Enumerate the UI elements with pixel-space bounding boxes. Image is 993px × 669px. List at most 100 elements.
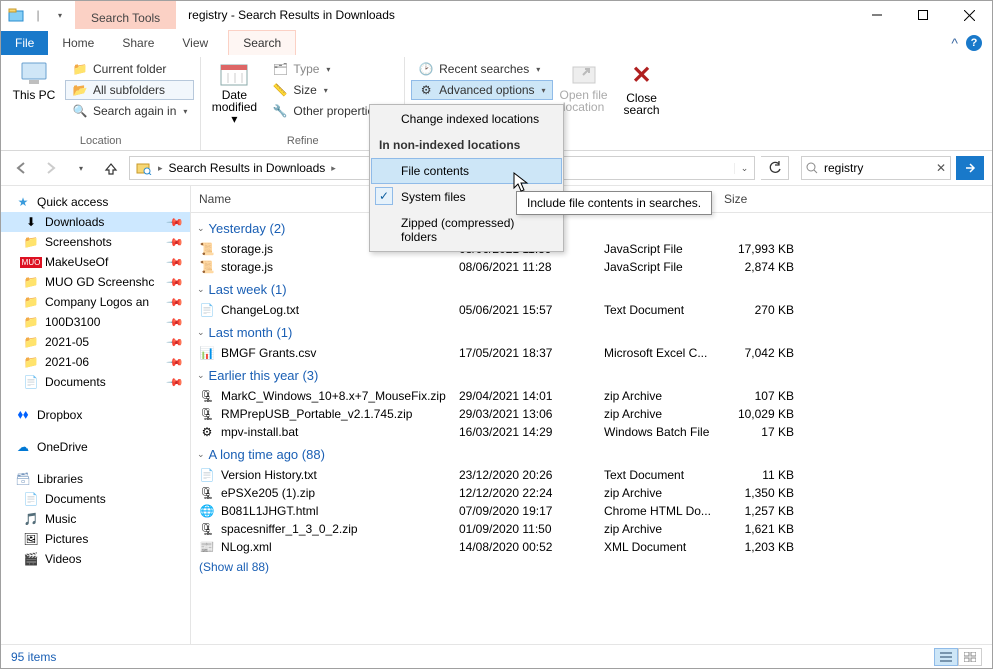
group-header[interactable]: ⌄ Last week (1) <box>191 276 992 301</box>
chevron-right-icon[interactable]: ▸ <box>329 163 338 174</box>
sidebar-quick-access[interactable]: ★ Quick access <box>1 192 190 212</box>
folder-icon: 📁 <box>23 275 39 289</box>
search-icon: 🔍 <box>72 104 88 118</box>
close-x-icon: ✕ <box>632 61 652 90</box>
address-segment[interactable]: Search Results in Downloads <box>169 161 326 175</box>
search-go-button[interactable] <box>956 156 984 180</box>
show-all-link[interactable]: (Show all 88) <box>191 556 992 578</box>
all-subfolders-label: All subfolders <box>93 83 165 97</box>
clear-search-icon[interactable]: ✕ <box>936 161 946 175</box>
file-row[interactable]: 🌐B081L1JHGT.html07/09/2020 19:17Chrome H… <box>191 502 992 520</box>
refresh-button[interactable] <box>761 156 789 180</box>
file-icon: 🗜 <box>199 522 215 536</box>
sidebar-item[interactable]: 📁 MUO GD Screenshc 📌 <box>1 272 190 292</box>
main-area: ★ Quick access ⬇Downloads📌📁Screenshots📌M… <box>1 185 992 644</box>
address-history-button[interactable]: ⌄ <box>734 163 754 174</box>
advanced-options-menu[interactable]: Change indexed locations In non-indexed … <box>369 104 564 252</box>
pin-icon: 📌 <box>166 313 185 332</box>
maximize-button[interactable] <box>900 1 946 29</box>
group-header[interactable]: ⌄ A long time ago (88) <box>191 441 992 466</box>
open-file-location-button[interactable]: Open file location <box>557 59 611 115</box>
open-file-location-label: Open file location <box>559 89 609 113</box>
file-row[interactable]: 📊BMGF Grants.csv17/05/2021 18:37Microsof… <box>191 344 992 362</box>
this-pc-button[interactable]: This PC <box>7 59 61 103</box>
sidebar-libraries[interactable]: 🗃 Libraries <box>1 469 190 489</box>
file-row[interactable]: ⚙mpv-install.bat16/03/2021 14:29Windows … <box>191 423 992 441</box>
sidebar-item[interactable]: 📁100D3100📌 <box>1 312 190 332</box>
size-button[interactable]: 📏 Size▾ <box>265 80 398 100</box>
menu-file-contents[interactable]: File contents <box>371 158 562 184</box>
sidebar-item[interactable]: 📁Screenshots📌 <box>1 232 190 252</box>
tab-search[interactable]: Search <box>228 30 296 55</box>
collapse-ribbon-icon[interactable]: ^ <box>951 35 958 51</box>
qat-dropdown-icon[interactable]: ▾ <box>51 6 69 24</box>
all-subfolders-button[interactable]: 📂 All subfolders <box>65 80 194 100</box>
file-row[interactable]: 🗜ePSXe205 (1).zip12/12/2020 22:24zip Arc… <box>191 484 992 502</box>
file-icon: 📰 <box>199 540 215 554</box>
file-row[interactable]: 📜storage.js08/06/2021 11:39JavaScript Fi… <box>191 240 992 258</box>
file-row[interactable]: 📄ChangeLog.txt05/06/2021 15:57Text Docum… <box>191 301 992 319</box>
tab-home[interactable]: Home <box>48 31 108 55</box>
sidebar-item-label: MUO GD Screenshc <box>45 275 154 289</box>
up-button[interactable] <box>99 156 123 180</box>
search-again-in-button[interactable]: 🔍 Search again in ▾ <box>65 101 194 121</box>
file-row[interactable]: 🗜MarkC_Windows_10+8.x+7_MouseFix.zip29/0… <box>191 387 992 405</box>
sidebar-item[interactable]: 📄Documents📌 <box>1 372 190 392</box>
sidebar-dropbox[interactable]: ⬧⬧ Dropbox <box>1 404 190 425</box>
file-icon: 🗜 <box>199 389 215 403</box>
group-header[interactable]: ⌄ Last month (1) <box>191 319 992 344</box>
pin-icon: 📌 <box>166 273 185 292</box>
tab-view[interactable]: View <box>168 31 222 55</box>
file-row[interactable]: 📄Version History.txt23/12/2020 20:26Text… <box>191 466 992 484</box>
view-details-button[interactable] <box>934 648 958 666</box>
file-size: 10,029 KB <box>724 407 804 421</box>
window-title: registry - Search Results in Downloads <box>176 1 407 29</box>
sidebar-library-item[interactable]: 🎵Music <box>1 509 190 529</box>
current-folder-button[interactable]: 📁 Current folder <box>65 59 194 79</box>
sidebar-item[interactable]: MUOMakeUseOf📌 <box>1 252 190 272</box>
advanced-options-button[interactable]: ⚙ Advanced options▾ <box>411 80 552 100</box>
tab-share[interactable]: Share <box>108 31 168 55</box>
chevron-right-icon[interactable]: ▸ <box>156 163 165 174</box>
navigation-pane[interactable]: ★ Quick access ⬇Downloads📌📁Screenshots📌M… <box>1 186 191 644</box>
tooltip: Include file contents in searches. <box>516 191 712 215</box>
sidebar-item[interactable]: 📁Company Logos an📌 <box>1 292 190 312</box>
file-icon: 🌐 <box>199 504 215 518</box>
file-name: B081L1JHGT.html <box>221 504 318 518</box>
col-size[interactable]: Size <box>724 192 804 206</box>
recent-searches-button[interactable]: 🕑 Recent searches▾ <box>411 59 552 79</box>
file-icon: 📄 <box>199 468 215 482</box>
date-modified-button[interactable]: Date modified ▾ <box>207 59 261 127</box>
search-box[interactable]: registry ✕ <box>801 156 951 180</box>
sidebar-library-item[interactable]: 🖼Pictures <box>1 529 190 549</box>
sidebar-onedrive[interactable]: ☁ OneDrive <box>1 437 190 457</box>
file-row[interactable]: 📜storage.js08/06/2021 11:28JavaScript Fi… <box>191 258 992 276</box>
file-row[interactable]: 🗜spacesniffer_1_3_0_2.zip01/09/2020 11:5… <box>191 520 992 538</box>
sidebar-item-label: Music <box>45 512 76 526</box>
file-list[interactable]: ⌄ Yesterday (2)📜storage.js08/06/2021 11:… <box>191 213 992 644</box>
tab-file[interactable]: File <box>1 31 48 55</box>
current-folder-label: Current folder <box>93 62 166 76</box>
menu-change-indexed-locations[interactable]: Change indexed locations <box>371 106 562 132</box>
file-row[interactable]: 📰NLog.xml14/08/2020 00:52XML Document1,2… <box>191 538 992 556</box>
menu-zipped-folders[interactable]: Zipped (compressed) folders <box>371 210 562 250</box>
minimize-button[interactable] <box>854 1 900 29</box>
forward-button[interactable] <box>39 156 63 180</box>
group-header[interactable]: ⌄ Yesterday (2) <box>191 215 992 240</box>
close-search-button[interactable]: ✕ Close search <box>615 59 669 118</box>
close-search-label: Close search <box>617 92 667 116</box>
view-thumbnails-button[interactable] <box>958 648 982 666</box>
back-button[interactable] <box>9 156 33 180</box>
recent-locations-button[interactable]: ▾ <box>69 156 93 180</box>
file-name: storage.js <box>221 260 273 274</box>
sidebar-library-item[interactable]: 📄Documents <box>1 489 190 509</box>
sidebar-item[interactable]: 📁2021-05📌 <box>1 332 190 352</box>
sidebar-item[interactable]: ⬇Downloads📌 <box>1 212 190 232</box>
sidebar-item[interactable]: 📁2021-06📌 <box>1 352 190 372</box>
kind-button[interactable]: 🗂 Type▾ <box>265 59 398 79</box>
help-icon[interactable]: ? <box>966 35 982 51</box>
file-row[interactable]: 🗜RMPrepUSB_Portable_v2.1.745.zip29/03/20… <box>191 405 992 423</box>
group-header[interactable]: ⌄ Earlier this year (3) <box>191 362 992 387</box>
close-button[interactable] <box>946 1 992 29</box>
sidebar-library-item[interactable]: 🎬Videos <box>1 549 190 569</box>
